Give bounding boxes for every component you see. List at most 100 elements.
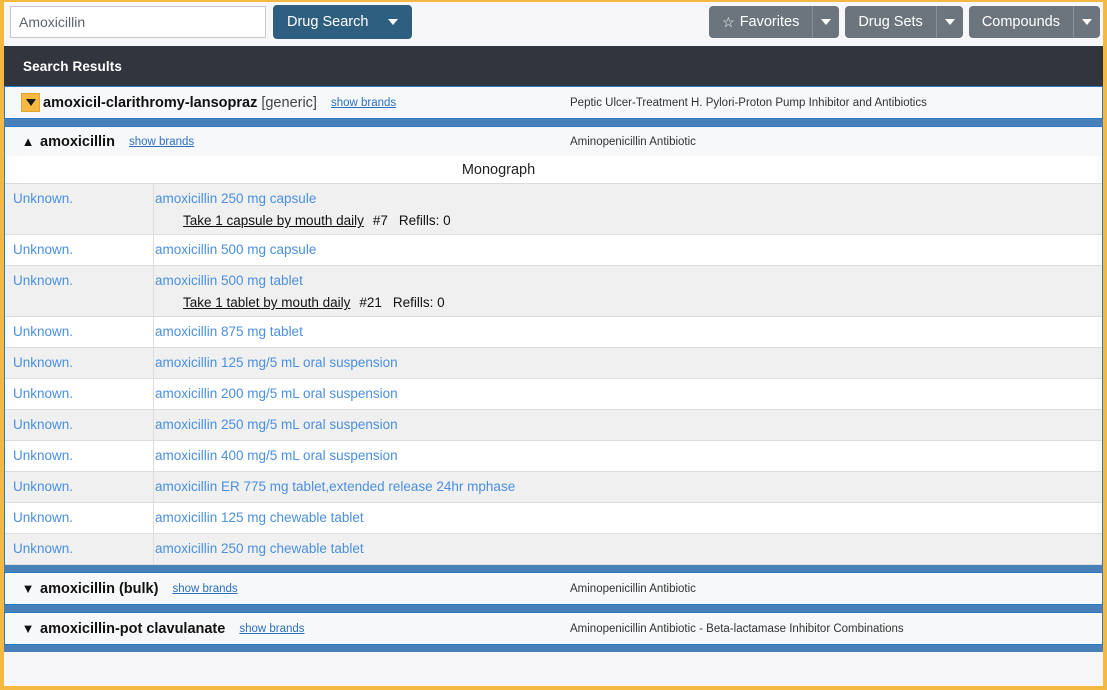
group-drug-class: Aminopenicillin Antibiotic — [570, 583, 696, 595]
group-separator — [4, 119, 1103, 126]
drug-name-link[interactable]: amoxicillin 200 mg/5 mL oral suspension — [154, 386, 1102, 401]
show-brands-link[interactable]: show brands — [331, 97, 396, 109]
drug-status-cell[interactable]: Unknown. — [5, 410, 154, 440]
group-name: amoxicil-clarithromy-lansopraz — [43, 95, 257, 111]
drug-detail-cell: amoxicillin 250 mg/5 mL oral suspension — [154, 410, 1102, 440]
drug-status-cell[interactable]: Unknown. — [5, 235, 154, 265]
table-row[interactable]: Unknown.amoxicillin 875 mg tablet — [5, 317, 1102, 348]
chevron-down-icon[interactable]: ▼ — [21, 622, 35, 635]
sig-quantity: #7 — [373, 213, 388, 228]
top-toolbar: Drug Search ☆ Favorites Drug Sets — [4, 2, 1103, 46]
drug-status-cell[interactable]: Unknown. — [5, 317, 154, 347]
monograph-header: Monograph — [5, 156, 1102, 184]
group-header-row[interactable]: amoxicil-clarithromy-lansopraz [generic]… — [5, 87, 1102, 118]
table-row[interactable]: Unknown.amoxicillin 125 mg/5 mL oral sus… — [5, 348, 1102, 379]
drug-sig-line: Take 1 capsule by mouth daily#7Refills: … — [154, 213, 1102, 228]
chevron-down-icon — [1082, 19, 1092, 25]
group-separator — [4, 565, 1103, 572]
favorites-button[interactable]: ☆ Favorites — [709, 6, 839, 38]
table-row[interactable]: Unknown.amoxicillin 200 mg/5 mL oral sus… — [5, 379, 1102, 410]
drug-name-link[interactable]: amoxicillin 500 mg tablet — [154, 273, 1102, 288]
drug-name-link[interactable]: amoxicillin 875 mg tablet — [154, 324, 1102, 339]
drug-detail-cell: amoxicillin 500 mg capsule — [154, 235, 1102, 265]
drug-name-link[interactable]: amoxicillin 125 mg/5 mL oral suspension — [154, 355, 1102, 370]
drug-status-cell[interactable]: Unknown. — [5, 184, 154, 234]
result-group-amoxicillin: ▲ amoxicillin show brands Aminopenicilli… — [4, 126, 1103, 565]
drug-status-cell[interactable]: Unknown. — [5, 503, 154, 533]
group-drug-class: Aminopenicillin Antibiotic — [570, 136, 696, 148]
compounds-button-main[interactable]: Compounds — [969, 6, 1073, 38]
drug-sets-button[interactable]: Drug Sets — [845, 6, 962, 38]
drug-status-cell[interactable]: Unknown. — [5, 441, 154, 471]
monograph-label: Monograph — [462, 162, 535, 178]
drug-name-link[interactable]: amoxicillin 400 mg/5 mL oral suspension — [154, 448, 1102, 463]
search-results-title: Search Results — [23, 59, 122, 74]
drug-detail-cell: amoxicillin 500 mg tablet Take 1 tablet b… — [154, 266, 1102, 316]
drug-status-cell[interactable]: Unknown. — [5, 379, 154, 409]
drug-status-cell[interactable]: Unknown. — [5, 266, 154, 316]
chevron-down-icon[interactable]: ▼ — [21, 582, 35, 595]
table-row[interactable]: Unknown.amoxicillin 400 mg/5 mL oral sus… — [5, 441, 1102, 472]
table-row[interactable]: Unknown.amoxicillin 125 mg chewable tabl… — [5, 503, 1102, 534]
show-brands-link[interactable]: show brands — [129, 136, 194, 148]
compounds-dropdown-toggle[interactable] — [1073, 6, 1100, 38]
drug-status-cell[interactable]: Unknown. — [5, 472, 154, 502]
group-name: amoxicillin — [40, 134, 115, 150]
star-icon: ☆ — [722, 15, 735, 29]
favorites-dropdown-toggle[interactable] — [812, 6, 839, 38]
result-group-amoxicillin-pot-clavulanate: ▼ amoxicillin-pot clavulanate show brand… — [4, 612, 1103, 645]
drug-name-link[interactable]: amoxicillin 250 mg chewable tablet — [154, 541, 1102, 556]
application-window: Drug Search ☆ Favorites Drug Sets — [0, 0, 1107, 690]
drug-name-link[interactable]: amoxicillin 250 mg/5 mL oral suspension — [154, 417, 1102, 432]
chevron-down-icon — [388, 19, 398, 25]
sig-refills: Refills: 0 — [393, 295, 445, 310]
favorites-label: Favorites — [740, 14, 800, 30]
group-drug-class: Peptic Ulcer-Treatment H. Pylori-Proton … — [570, 97, 927, 109]
group-separator — [4, 645, 1103, 652]
drug-detail-cell: amoxicillin 125 mg chewable tablet — [154, 503, 1102, 533]
search-results-header: Search Results — [4, 46, 1103, 86]
drug-name-link[interactable]: amoxicillin 250 mg capsule — [154, 191, 1102, 206]
table-row[interactable]: Unknown.amoxicillin 250 mg capsule Take 1… — [5, 184, 1102, 235]
drug-name-link[interactable]: amoxicillin 500 mg capsule — [154, 242, 1102, 257]
table-row[interactable]: Unknown.amoxicillin 500 mg tablet Take 1 … — [5, 266, 1102, 317]
compounds-label: Compounds — [982, 14, 1060, 30]
drug-detail-cell: amoxicillin 200 mg/5 mL oral suspension — [154, 379, 1102, 409]
group-header-row[interactable]: ▲ amoxicillin show brands Aminopenicilli… — [5, 127, 1102, 156]
drug-sets-button-main[interactable]: Drug Sets — [845, 6, 935, 38]
group-header-row[interactable]: ▼ amoxicillin (bulk) show brands Aminope… — [5, 573, 1102, 604]
drug-search-input[interactable] — [10, 6, 266, 38]
sig-refills: Refills: 0 — [399, 213, 451, 228]
toolbar-right-group: ☆ Favorites Drug Sets Compounds — [709, 6, 1100, 38]
chevron-up-icon[interactable]: ▲ — [21, 135, 35, 148]
drug-status-cell[interactable]: Unknown. — [5, 534, 154, 564]
drug-search-button-label: Drug Search — [287, 14, 368, 30]
drug-detail-cell: amoxicillin 250 mg chewable tablet — [154, 534, 1102, 564]
table-row[interactable]: Unknown.amoxicillin 250 mg/5 mL oral sus… — [5, 410, 1102, 441]
drug-detail-cell: amoxicillin ER 775 mg tablet,extended re… — [154, 472, 1102, 502]
show-brands-link[interactable]: show brands — [239, 623, 304, 635]
group-generic-tag: [generic] — [261, 95, 317, 111]
drug-detail-cell: amoxicillin 875 mg tablet — [154, 317, 1102, 347]
drug-name-link[interactable]: amoxicillin ER 775 mg tablet,extended re… — [154, 479, 1102, 494]
drug-sets-label: Drug Sets — [858, 14, 922, 30]
show-brands-link[interactable]: show brands — [172, 583, 237, 595]
table-row[interactable]: Unknown.amoxicillin 250 mg chewable tabl… — [5, 534, 1102, 565]
table-row[interactable]: Unknown.amoxicillin ER 775 mg tablet,ext… — [5, 472, 1102, 503]
drug-detail-cell: amoxicillin 400 mg/5 mL oral suspension — [154, 441, 1102, 471]
drug-name-link[interactable]: amoxicillin 125 mg chewable tablet — [154, 510, 1102, 525]
group-separator — [4, 605, 1103, 612]
compounds-button[interactable]: Compounds — [969, 6, 1100, 38]
chevron-down-icon — [945, 19, 955, 25]
result-group-amoxicillin-bulk: ▼ amoxicillin (bulk) show brands Aminope… — [4, 572, 1103, 605]
group-header-row[interactable]: ▼ amoxicillin-pot clavulanate show brand… — [5, 613, 1102, 644]
drug-status-cell[interactable]: Unknown. — [5, 348, 154, 378]
chevron-down-icon[interactable] — [21, 93, 40, 112]
sig-quantity: #21 — [359, 295, 382, 310]
sig-instructions: Take 1 tablet by mouth daily — [183, 295, 350, 310]
table-row[interactable]: Unknown.amoxicillin 500 mg capsule — [5, 235, 1102, 266]
favorites-button-main[interactable]: ☆ Favorites — [709, 6, 812, 38]
drug-search-button[interactable]: Drug Search — [273, 5, 412, 39]
drug-sig-line: Take 1 tablet by mouth daily #21 Refills: … — [154, 295, 1102, 310]
drug-sets-dropdown-toggle[interactable] — [936, 6, 963, 38]
